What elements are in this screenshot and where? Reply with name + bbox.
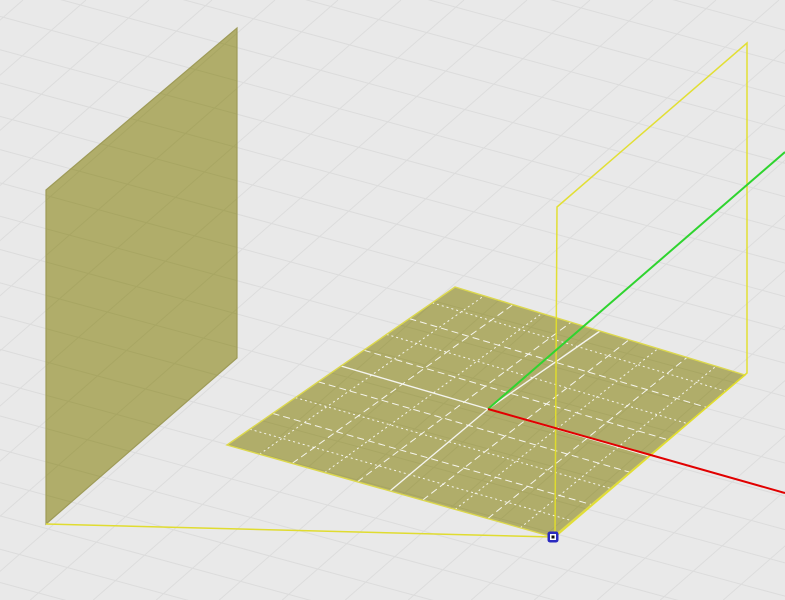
viewport-3d[interactable] <box>0 0 785 600</box>
point-marker-core <box>551 535 555 539</box>
viewport-scene[interactable] <box>0 0 785 600</box>
